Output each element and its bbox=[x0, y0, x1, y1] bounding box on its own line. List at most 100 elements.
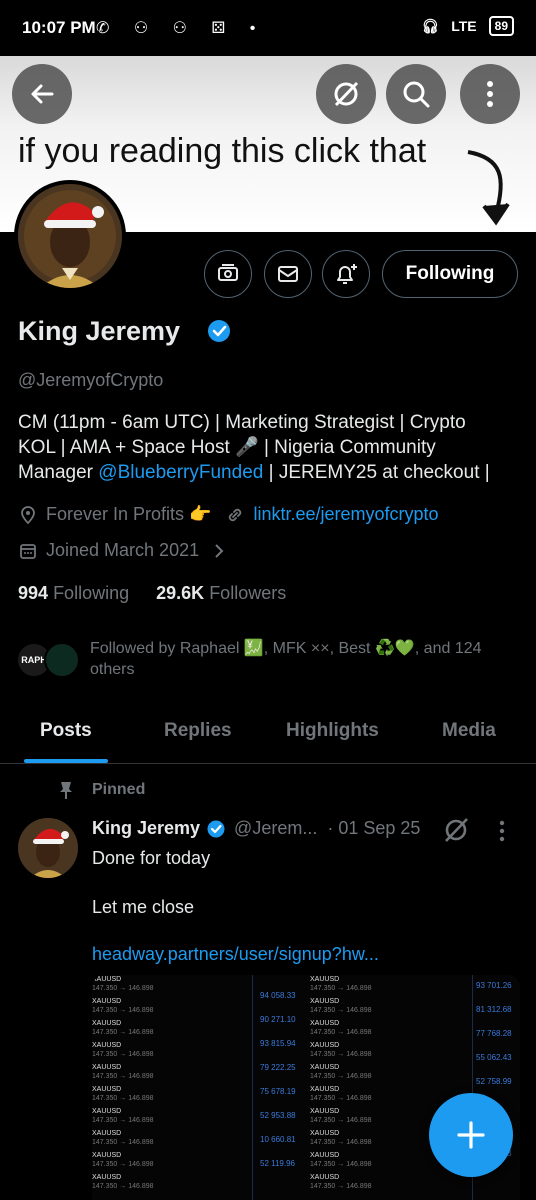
notification-icons: ✆ ⚇ ⚇ ⚄ • bbox=[96, 20, 266, 37]
media-row-title: XAUUSD bbox=[92, 998, 122, 1005]
grok-icon[interactable] bbox=[440, 814, 472, 846]
media-row-sub: 147.350 → 146.898 bbox=[92, 985, 154, 992]
media-row: XAUUSD 147.350 → 146.898 bbox=[310, 1173, 470, 1195]
media-row-title: XAUUSD bbox=[92, 1174, 122, 1181]
tip-button[interactable] bbox=[204, 250, 252, 298]
profile-handle: @JeremyofCrypto bbox=[18, 370, 164, 390]
curved-arrow-icon bbox=[467, 150, 510, 226]
following-label: Following bbox=[53, 583, 130, 603]
profile-stats: 994 Following 29.6K Followers bbox=[18, 583, 286, 604]
bio-line: CM (11pm - 6am UTC) | Marketing Strategi… bbox=[18, 412, 466, 433]
media-value: 81 312.68 bbox=[476, 1005, 512, 1014]
media-row-title: XAUUSD bbox=[310, 976, 340, 983]
profile-joined: Joined March 2021 bbox=[46, 540, 200, 560]
media-value: 90 271.10 bbox=[260, 1015, 296, 1024]
media-row: XAUUSD 147.350 → 146.898 bbox=[310, 1041, 470, 1063]
media-row-sub: 147.350 → 146.898 bbox=[310, 1007, 372, 1014]
bio-line: KOL | AMA + Space Host 🎤 | Nigeria Commu… bbox=[18, 437, 436, 458]
media-divider bbox=[252, 975, 253, 1200]
post-author-name[interactable]: King Jeremy bbox=[92, 818, 200, 839]
media-row: XAUUSD 147.350 → 146.898 bbox=[310, 1019, 470, 1041]
media-row-sub: 147.350 → 146.898 bbox=[310, 1073, 372, 1080]
media-row-title: XAUUSD bbox=[92, 1108, 122, 1115]
grok-button[interactable] bbox=[316, 64, 376, 124]
post-more-icon[interactable] bbox=[498, 820, 506, 842]
media-row-sub: 147.350 → 146.898 bbox=[92, 1139, 154, 1146]
media-row-title: XAUUSD bbox=[92, 1086, 122, 1093]
following-count: 994 bbox=[18, 583, 49, 603]
bell-plus-icon bbox=[337, 264, 357, 284]
media-value: 75 678.19 bbox=[260, 1087, 296, 1096]
verified-badge-icon bbox=[208, 320, 230, 342]
more-options-button[interactable] bbox=[460, 64, 520, 124]
pin-icon bbox=[60, 782, 72, 799]
post-link[interactable]: headway.partners/user/signup?hw... bbox=[92, 944, 379, 965]
following-count-link[interactable]: 994 Following bbox=[18, 583, 129, 603]
media-row-sub: 147.350 → 146.898 bbox=[92, 1161, 154, 1168]
post-author-avatar[interactable] bbox=[18, 818, 78, 878]
bio-text: Manager bbox=[18, 462, 99, 483]
followed-by-text: Followed by Raphael 💹, MFK ××, Best ♻️💚,… bbox=[90, 640, 482, 678]
post-spacer bbox=[92, 870, 210, 895]
profile-name: King Jeremy bbox=[18, 316, 181, 346]
banner-text: if you reading this click that bbox=[18, 132, 427, 170]
media-row-sub: 147.350 → 146.898 bbox=[92, 1183, 154, 1190]
media-value: 93 815.94 bbox=[260, 1039, 296, 1048]
post-author-handle: @Jerem... bbox=[234, 818, 318, 838]
media-row: XAUUSD 147.350 → 146.898 bbox=[92, 1063, 252, 1085]
tab-replies[interactable]: Replies bbox=[164, 720, 232, 742]
profile-tabs: Posts Replies Highlights Media bbox=[0, 706, 536, 764]
media-row-sub: 147.350 → 146.898 bbox=[92, 1095, 154, 1102]
network-label: LTE bbox=[451, 18, 477, 34]
media-row-title: XAUUSD bbox=[310, 1020, 340, 1027]
media-row-title: XAUUSD bbox=[310, 1086, 340, 1093]
search-button[interactable] bbox=[386, 64, 446, 124]
media-row: XAUUSD 147.350 → 146.898 bbox=[92, 1151, 252, 1173]
media-row-title: XAUUSD bbox=[92, 1042, 122, 1049]
followers-count-link[interactable]: 29.6K Followers bbox=[156, 583, 286, 603]
profile-joined-row[interactable]: Joined March 2021 bbox=[18, 540, 229, 561]
notify-button[interactable] bbox=[322, 250, 370, 298]
calendar-icon bbox=[20, 543, 36, 559]
pinned-label-row: Pinned bbox=[58, 780, 145, 800]
verified-badge-icon bbox=[207, 820, 225, 837]
bio-mention-link[interactable]: @BlueberryFunded bbox=[98, 462, 263, 483]
tab-posts[interactable]: Posts bbox=[40, 720, 92, 742]
media-row-sub: 147.350 → 146.898 bbox=[92, 1029, 154, 1036]
bio-text: | JEREMY25 at checkout | bbox=[263, 462, 490, 483]
following-button[interactable]: Following bbox=[382, 250, 518, 298]
grok-icon bbox=[334, 81, 359, 107]
media-row-sub: 147.350 → 146.898 bbox=[310, 1051, 372, 1058]
profile-location: Forever In Profits 👉 bbox=[46, 504, 212, 524]
media-row-sub: 147.350 → 146.898 bbox=[92, 1007, 154, 1014]
media-value: 55 062.43 bbox=[476, 1053, 512, 1062]
media-row-title: XAUUSD bbox=[310, 998, 340, 1005]
media-value: 52 119.96 bbox=[260, 1159, 295, 1168]
followers-label: Followers bbox=[209, 583, 287, 603]
media-row-title: XAUUSD bbox=[92, 1130, 122, 1137]
post-text-line: Done for today bbox=[92, 848, 211, 868]
link-icon bbox=[229, 508, 242, 521]
media-row: XAUUSD 147.350 → 146.898 bbox=[92, 975, 252, 997]
message-button[interactable] bbox=[264, 250, 312, 298]
media-value: 94 058.33 bbox=[260, 991, 296, 1000]
active-tab-indicator bbox=[24, 759, 108, 763]
bio-line: Manager @BlueberryFunded | JEREMY25 at c… bbox=[18, 460, 518, 485]
money-icon bbox=[218, 264, 238, 281]
media-value: 77 768.28 bbox=[476, 1029, 512, 1038]
media-row: XAUUSD 147.350 → 146.898 bbox=[92, 1129, 252, 1151]
compose-post-button[interactable] bbox=[429, 1093, 513, 1177]
tab-media[interactable]: Media bbox=[442, 720, 496, 742]
back-arrow-icon bbox=[31, 84, 54, 104]
tab-highlights[interactable]: Highlights bbox=[286, 720, 379, 742]
status-time: 10:07 PM bbox=[22, 18, 96, 37]
profile-website-link[interactable]: linktr.ee/jeremyofcrypto bbox=[253, 504, 438, 525]
location-icon bbox=[21, 505, 35, 524]
media-value: 52 953.88 bbox=[260, 1111, 296, 1120]
media-row-title: XAUUSD bbox=[310, 1064, 340, 1071]
media-row-sub: 147.350 → 146.898 bbox=[92, 1073, 154, 1080]
followed-by-row[interactable]: RAPH Followed by Raphael 💹, MFK ××, Best… bbox=[16, 638, 516, 686]
media-row-sub: 147.350 → 146.898 bbox=[92, 1117, 154, 1124]
back-button[interactable] bbox=[12, 64, 72, 124]
media-row-sub: 147.350 → 146.898 bbox=[310, 985, 372, 992]
